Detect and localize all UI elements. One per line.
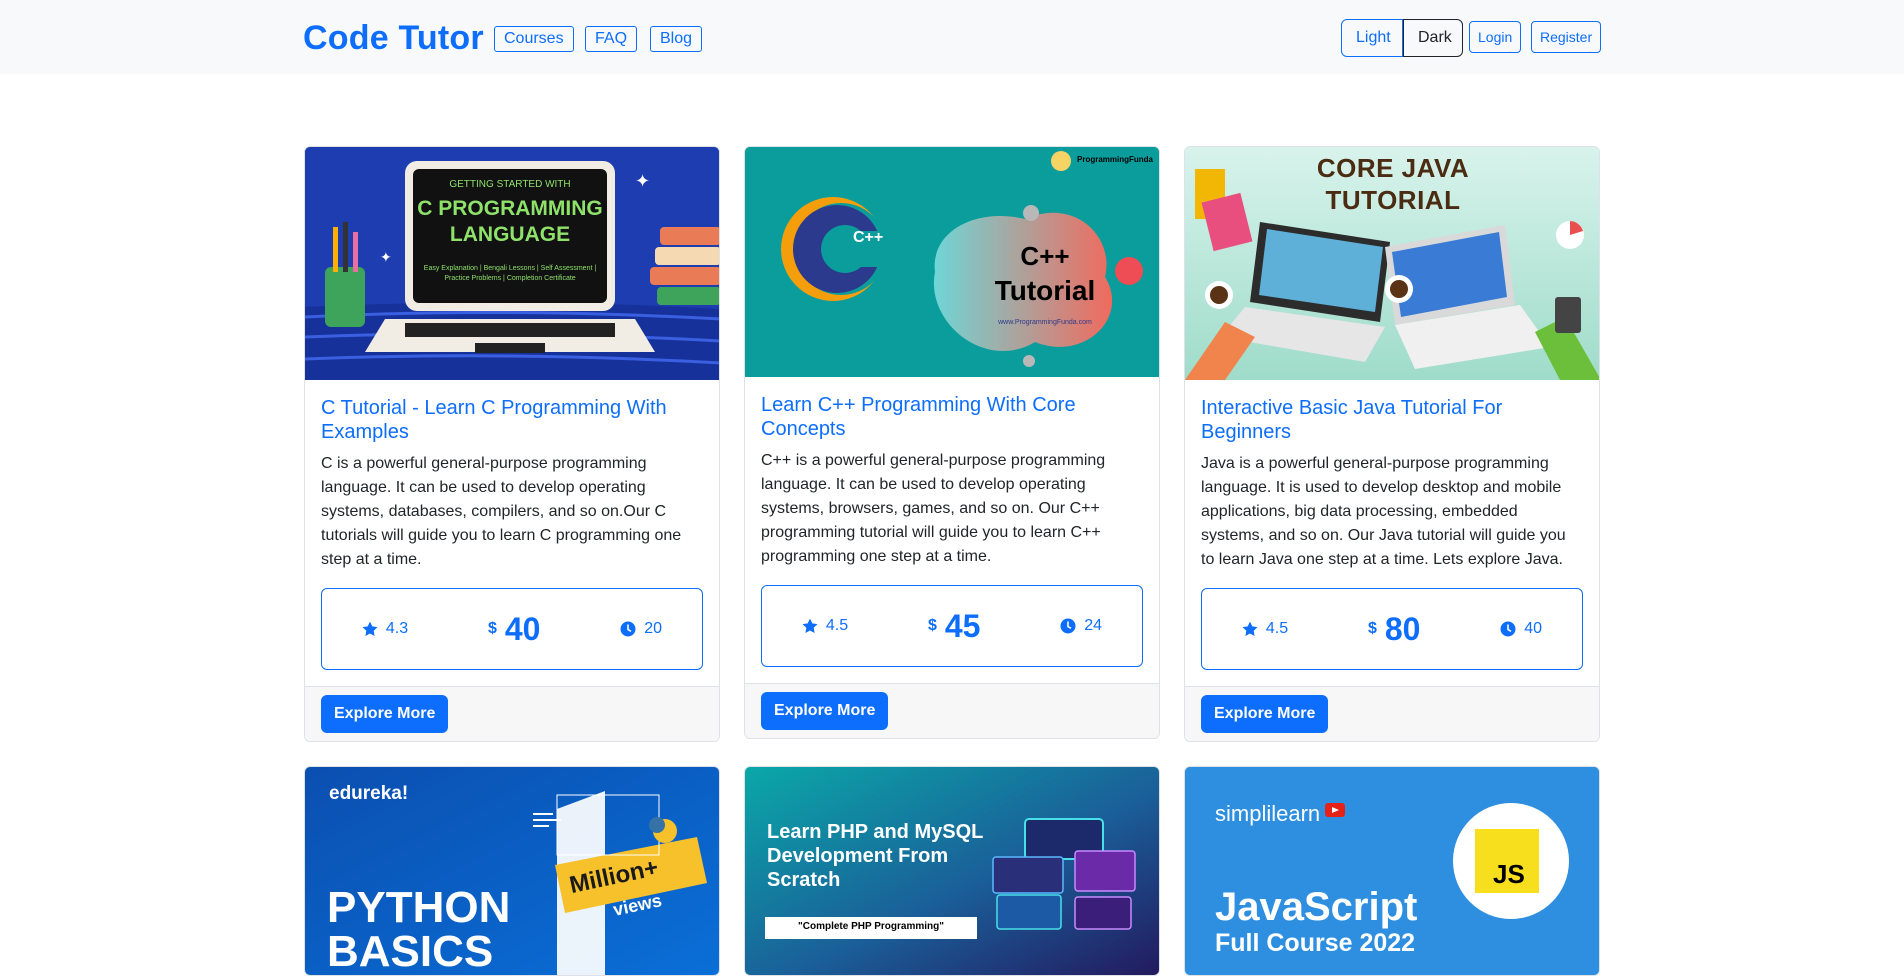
javascript-thumb-line1: JavaScript [1215, 885, 1418, 929]
login-button[interactable]: Login [1469, 21, 1522, 53]
cpp-thumb-logo: C++ [853, 229, 884, 246]
currency-symbol: $ [927, 617, 937, 634]
light-theme-button[interactable]: Light [1341, 19, 1403, 57]
c-thumb-line2: C PROGRAMMING [417, 197, 603, 220]
php-thumb-pill: "Complete PHP Programming" [798, 921, 944, 932]
cpp-thumb-url: www.ProgrammingFunda.com [998, 319, 1092, 326]
price-stat: $ 45 [928, 608, 981, 645]
java-thumb-line1: CORE JAVA [1316, 153, 1470, 183]
register-button[interactable]: Register [1531, 21, 1602, 53]
star-icon [802, 618, 818, 633]
price-stat: $ 40 [488, 611, 541, 648]
javascript-thumb-brand: simplilearn [1215, 801, 1321, 826]
currency-symbol: $ [1367, 620, 1377, 637]
card-footer: Explore More [1185, 686, 1599, 741]
star-icon [1242, 621, 1258, 636]
rating-value: 4.5 [1265, 620, 1289, 637]
python-thumb-line2: BASICS [327, 927, 494, 976]
theme-toggle-group: Light Dark [1341, 19, 1463, 57]
brand-logo[interactable]: Code Tutor [303, 19, 484, 58]
c-thumb-line5: Practice Problems | Completion Certifica… [444, 275, 576, 282]
rating-stat: 4.5 [1242, 620, 1288, 638]
course-card-python: edureka! PYTHON BASICS Million+ views [304, 766, 720, 976]
course-title[interactable]: Learn C++ Programming With Core Concepts [761, 393, 1143, 441]
cpp-thumb-line1: C++ [1020, 241, 1070, 271]
top-navbar: Code Tutor Courses FAQ Blog Light Dark L… [0, 0, 1904, 74]
php-thumb-line2: Development From [767, 845, 949, 867]
rating-value: 4.5 [825, 617, 849, 634]
nav-courses-link[interactable]: Courses [494, 26, 574, 52]
price-value: 40 [504, 610, 541, 647]
course-card-java: CORE JAVA TUTORIAL Interactive Basic Jav… [1184, 146, 1600, 742]
explore-more-button[interactable]: Explore More [1201, 695, 1329, 733]
cpp-thumb-line2: Tutorial [994, 275, 1096, 306]
course-title[interactable]: Interactive Basic Java Tutorial For Begi… [1201, 396, 1583, 444]
cpp-thumb-brand: ProgrammingFunda [1077, 155, 1154, 164]
python-thumb-line1: PYTHON [327, 883, 511, 932]
course-stats-box: 4.5 $ 45 24 [761, 585, 1143, 667]
currency-symbol: $ [487, 620, 497, 637]
duration-value: 20 [644, 620, 663, 637]
c-thumb-line4: Easy Explanation | Bengali Lessons | Sel… [423, 265, 597, 272]
course-thumbnail-c[interactable]: ✦ ✦ GETTING STARTED WITH C PROGRAMMING L… [305, 147, 719, 380]
course-description: C is a powerful general-purpose programm… [321, 455, 682, 568]
c-thumb-line1: GETTING STARTED WITH [449, 179, 571, 190]
rating-stat: 4.3 [362, 620, 408, 638]
java-thumb-line2: TUTORIAL [1325, 185, 1461, 215]
card-footer: Explore More [745, 683, 1159, 738]
course-stats-box: 4.5 $ 80 40 [1201, 588, 1583, 670]
duration-stat: 20 [620, 620, 662, 638]
course-thumbnail-java[interactable]: CORE JAVA TUTORIAL [1185, 147, 1599, 380]
price-value: 45 [944, 607, 981, 644]
clock-icon [1060, 618, 1076, 634]
card-footer: Explore More [305, 686, 719, 741]
dark-theme-button[interactable]: Dark [1403, 19, 1463, 57]
duration-value: 40 [1524, 620, 1543, 637]
course-card-javascript: simplilearn JS JavaScript Full Course 20… [1184, 766, 1600, 976]
course-thumbnail-php[interactable]: Learn PHP and MySQL Development From Scr… [745, 767, 1159, 975]
course-thumbnail-javascript[interactable]: simplilearn JS JavaScript Full Course 20… [1185, 767, 1599, 975]
nav-faq-link[interactable]: FAQ [585, 26, 638, 52]
course-thumbnail-python[interactable]: edureka! PYTHON BASICS Million+ views [305, 767, 719, 976]
svg-text:✦: ✦ [635, 171, 650, 192]
course-stats-box: 4.3 $ 40 20 [321, 588, 703, 670]
javascript-thumb-logo: JS [1493, 859, 1525, 889]
javascript-thumb-line2: Full Course 2022 [1215, 929, 1416, 957]
course-title[interactable]: C Tutorial - Learn C Programming With Ex… [321, 396, 703, 444]
course-description: C++ is a powerful general-purpose progra… [761, 452, 1106, 565]
duration-value: 24 [1084, 617, 1103, 634]
rating-value: 4.3 [385, 620, 409, 637]
course-card-c: ✦ ✦ GETTING STARTED WITH C PROGRAMMING L… [304, 146, 720, 742]
course-description: Java is a powerful general-purpose progr… [1201, 455, 1566, 568]
course-thumbnail-cpp[interactable]: ProgrammingFunda C++ C++ Tutorial www.Pr… [745, 147, 1159, 377]
price-value: 80 [1384, 610, 1421, 647]
duration-stat: 24 [1060, 617, 1102, 635]
star-icon [362, 621, 378, 636]
explore-more-button[interactable]: Explore More [321, 695, 449, 733]
c-thumb-line3: LANGUAGE [449, 223, 571, 246]
course-card-php: Learn PHP and MySQL Development From Scr… [744, 766, 1160, 976]
clock-icon [620, 621, 636, 637]
price-stat: $ 80 [1368, 611, 1421, 648]
nav-blog-link[interactable]: Blog [650, 26, 703, 52]
python-thumb-brand: edureka! [329, 783, 409, 804]
svg-text:✦: ✦ [380, 250, 392, 266]
explore-more-button[interactable]: Explore More [761, 692, 889, 730]
rating-stat: 4.5 [802, 617, 848, 635]
duration-stat: 40 [1500, 620, 1542, 638]
clock-icon [1500, 621, 1516, 637]
course-card-cpp: ProgrammingFunda C++ C++ Tutorial www.Pr… [744, 146, 1160, 739]
php-thumb-line3: Scratch [767, 869, 841, 891]
php-thumb-line1: Learn PHP and MySQL [767, 821, 984, 843]
